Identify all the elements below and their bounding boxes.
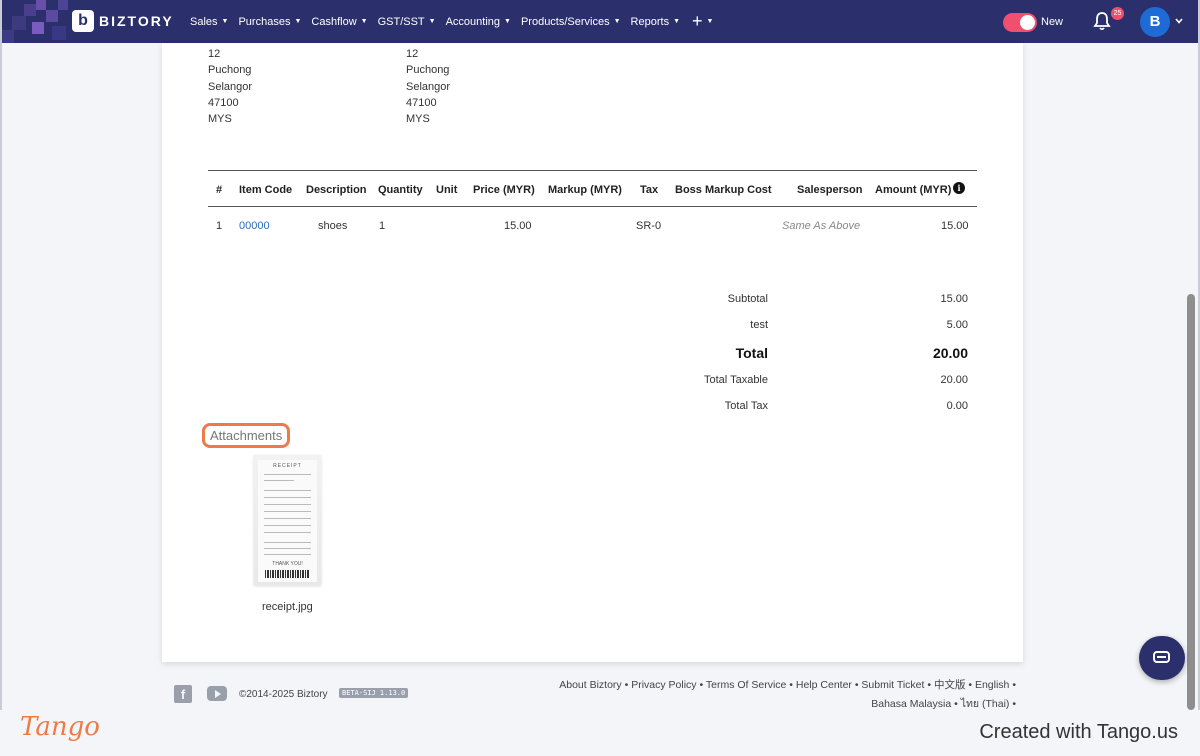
row-amount: 15.00 — [941, 220, 969, 232]
brand-name: BIZTORY — [99, 13, 174, 29]
chevron-down-icon: ▼ — [294, 18, 302, 25]
chevron-down-icon: ▼ — [673, 18, 681, 25]
scrollbar-thumb[interactable] — [1187, 294, 1195, 710]
col-header-description: Description — [306, 184, 367, 196]
subtotal-value: 15.00 — [940, 293, 968, 305]
brand-mark-icon: b — [72, 10, 94, 32]
info-icon[interactable]: i — [953, 182, 965, 194]
chat-button[interactable] — [1139, 636, 1185, 680]
main-menu: Sales ▼ Purchases ▼ Cashflow ▼ GST/SST ▼ Acc… — [190, 0, 713, 43]
chevron-down-icon: ▼ — [613, 18, 621, 25]
new-ui-label: New — [1041, 16, 1064, 28]
col-header-salesperson: Salesperson — [797, 184, 863, 196]
menu-products-services[interactable]: Products/Services ▼ — [521, 16, 621, 28]
chevron-down-icon: ▼ — [706, 18, 714, 25]
facebook-icon[interactable]: f — [174, 685, 192, 703]
item-code-link[interactable]: 00000 — [239, 220, 270, 232]
chevron-down-icon: ▼ — [221, 18, 229, 25]
brand-logo[interactable]: b BIZTORY — [72, 10, 174, 32]
tango-logo: Tango — [20, 712, 100, 742]
row-quantity: 1 — [379, 220, 386, 232]
new-ui-toggle[interactable] — [1003, 13, 1037, 32]
chevron-down-icon: ▼ — [428, 18, 436, 25]
plus-icon: + — [692, 11, 703, 31]
attachment-thumbnail[interactable]: RECEIPT THANK YOU! — [254, 455, 321, 585]
footer-links: About Biztory • Privacy Policy • Terms O… — [516, 676, 1016, 714]
copyright-text: ©2014-2025 Biztory — [239, 689, 328, 700]
menu-purchases[interactable]: Purchases ▼ — [238, 16, 301, 28]
attachment-file-name[interactable]: receipt.jpg — [262, 601, 313, 613]
chat-icon — [1157, 656, 1166, 658]
chevron-down-icon[interactable] — [1175, 17, 1183, 25]
table-top-divider — [208, 170, 977, 171]
row-description: shoes — [318, 220, 348, 232]
table-header-divider — [208, 206, 977, 207]
frame-left — [0, 0, 2, 756]
chevron-down-icon: ▼ — [360, 18, 368, 25]
total-taxable-label: Total Taxable — [703, 374, 768, 386]
col-header-tax: Tax — [640, 184, 659, 196]
col-header-number: # — [216, 184, 223, 196]
avatar[interactable]: B — [1140, 7, 1170, 37]
menu-sales[interactable]: Sales ▼ — [190, 16, 228, 28]
receipt-footer: THANK YOU! — [272, 561, 303, 567]
row-price: 15.00 — [504, 220, 532, 232]
quick-add-button[interactable]: + ▼ — [692, 11, 713, 32]
menu-reports[interactable]: Reports ▼ — [631, 16, 680, 28]
col-header-quantity: Quantity — [378, 184, 423, 196]
chevron-down-icon: ▼ — [504, 18, 511, 25]
col-header-item-code: Item Code — [239, 184, 293, 196]
notification-badge: 25 — [1111, 7, 1124, 20]
total-value: 20.00 — [932, 345, 968, 361]
col-header-markup: Markup (MYR) — [548, 184, 622, 196]
subtotal-label: Subtotal — [727, 293, 768, 305]
col-header-price: Price (MYR) — [473, 184, 535, 196]
menu-cashflow[interactable]: Cashflow ▼ — [311, 16, 367, 28]
bell-icon[interactable] — [1093, 11, 1111, 31]
billing-address: 12 Puchong Selangor 47100 MYS — [208, 48, 253, 126]
menu-gst-sst[interactable]: GST/SST ▼ — [378, 16, 436, 28]
invoice-card: 12 Puchong Selangor 47100 MYS 12 Puchong… — [162, 43, 1023, 662]
total-label: Total — [735, 345, 768, 361]
receipt-image: RECEIPT THANK YOU! — [258, 460, 317, 582]
row-number: 1 — [216, 220, 223, 232]
col-header-amount: Amount (MYR) — [875, 184, 952, 196]
attachments-heading: Attachments — [202, 423, 291, 448]
menu-accounting[interactable]: Accounting ▼ — [446, 16, 511, 28]
tango-credit: Created with Tango.us — [979, 721, 1178, 743]
receipt-header: RECEIPT — [273, 463, 302, 469]
shipping-address: 12 Puchong Selangor 47100 MYS — [406, 48, 451, 126]
adjustment-value: 5.00 — [946, 319, 968, 331]
youtube-icon[interactable] — [207, 686, 227, 701]
version-badge: BETA-SIJ 1.13.0 — [339, 688, 409, 698]
adjustment-label: test — [750, 319, 768, 331]
col-header-boss-markup-cost: Boss Markup Cost — [675, 184, 772, 196]
barcode-graphic — [265, 570, 310, 578]
col-header-unit: Unit — [436, 184, 458, 196]
footer-links-line-1[interactable]: About Biztory • Privacy Policy • Terms O… — [516, 676, 1016, 695]
row-salesperson: Same As Above — [782, 220, 861, 232]
row-tax: SR-0 — [636, 220, 662, 232]
total-tax-value: 0.00 — [946, 400, 968, 412]
total-taxable-value: 20.00 — [940, 374, 968, 386]
total-tax-label: Total Tax — [724, 400, 768, 412]
